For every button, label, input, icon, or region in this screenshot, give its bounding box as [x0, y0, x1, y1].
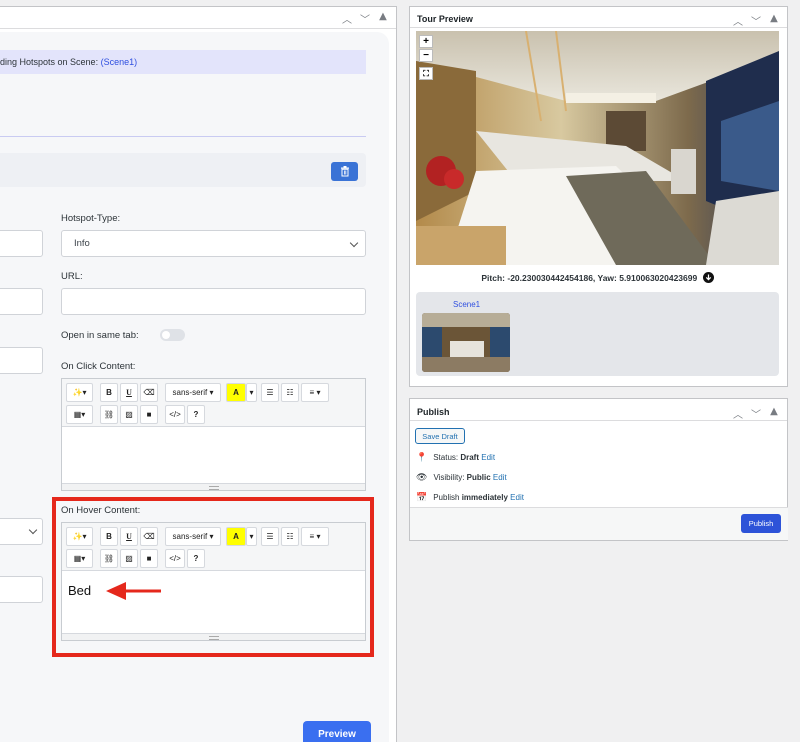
download-icon[interactable] — [702, 272, 714, 283]
notice-text: ding Hotspots on Scene: — [0, 57, 101, 67]
trash-icon — [340, 166, 349, 177]
move-down-icon[interactable]: ﹀ — [360, 11, 370, 26]
calendar-icon: 📅 — [416, 492, 428, 502]
hotspot-bar — [0, 153, 366, 187]
pitch-yaw-readout: Pitch: -20.230030442454186, Yaw: 5.91006… — [416, 272, 779, 283]
move-down-icon[interactable]: ﹀ — [751, 13, 761, 28]
color-dropdown-icon[interactable]: ▾ — [246, 383, 257, 402]
underline-button[interactable]: U — [120, 383, 138, 402]
hotspot-field-1[interactable] — [0, 230, 43, 257]
publish-title: Publish — [417, 407, 450, 417]
visibility-text: Visibility: Public Edit — [433, 473, 507, 482]
editor-resize-handle[interactable] — [62, 483, 365, 490]
publish-button[interactable]: Publish — [741, 514, 781, 533]
panorama-viewer[interactable]: + − ⛶ — [416, 31, 779, 265]
move-down-icon[interactable]: ﹀ — [751, 406, 761, 421]
hotspot-select-left[interactable] — [0, 518, 43, 545]
collapse-icon[interactable]: ▲ — [769, 406, 779, 421]
table-icon[interactable]: ▦▾ — [66, 405, 93, 424]
scene-link[interactable]: (Scene1) — [101, 57, 138, 67]
move-up-icon[interactable]: ︿ — [733, 13, 743, 28]
bold-button[interactable]: B — [100, 383, 118, 402]
status-row: 📍 Status: Draft Edit — [416, 452, 495, 463]
chevron-down-icon — [349, 238, 359, 248]
status-text: Status: Draft Edit — [433, 453, 496, 462]
on-click-editor[interactable]: ✨▾ B U ⌫ sans-serif ▾ A ▾ ☰ ☷ ≡ ▾ ▦▾ ⛓ ▨… — [61, 378, 366, 491]
zoom-out-button[interactable]: − — [419, 49, 433, 62]
fullscreen-icon[interactable]: ⛶ — [419, 67, 433, 80]
meta-box-controls: ︿ ﹀ ▲ — [342, 11, 388, 26]
status-edit-link[interactable]: Edit — [481, 453, 495, 462]
collapse-icon[interactable]: ▲ — [378, 11, 388, 26]
panel-divider — [410, 420, 787, 421]
magic-wand-icon[interactable]: ✨▾ — [66, 383, 93, 402]
eye-icon: 👁 — [416, 472, 428, 482]
scene-label[interactable]: Scene1 — [453, 300, 480, 309]
visibility-edit-link[interactable]: Edit — [493, 473, 507, 482]
schedule-row: 📅 Publish immediately Edit — [416, 492, 524, 503]
hotspot-type-value: Info — [74, 238, 90, 249]
scene-thumbnail-image — [422, 313, 510, 372]
highlight-color-icon[interactable]: A — [226, 383, 246, 402]
save-draft-button[interactable]: Save Draft — [415, 428, 465, 444]
font-family-value: sans-serif — [172, 388, 208, 397]
image-icon[interactable]: ▨ — [120, 405, 138, 424]
help-button[interactable]: ? — [187, 405, 205, 424]
open-same-tab-toggle[interactable] — [160, 329, 185, 341]
scene-thumbnail[interactable] — [422, 313, 510, 372]
panel-divider — [410, 27, 787, 28]
open-same-tab-label: Open in same tab: — [61, 330, 139, 341]
visibility-row: 👁 Visibility: Public Edit — [416, 472, 507, 483]
pitch-yaw-text: Pitch: -20.230030442454186, Yaw: 5.91006… — [481, 273, 698, 283]
bullet-list-icon[interactable]: ☰ — [261, 383, 279, 402]
eraser-icon[interactable]: ⌫ — [140, 383, 158, 402]
hotspot-type-label: Hotspot-Type: — [61, 213, 121, 224]
hotspot-notice: ding Hotspots on Scene: (Scene1) — [0, 50, 366, 74]
align-icon[interactable]: ≡ ▾ — [301, 383, 329, 402]
numbered-list-icon[interactable]: ☷ — [281, 383, 299, 402]
preview-button[interactable]: Preview — [303, 721, 371, 742]
tour-preview-title: Tour Preview — [417, 14, 473, 24]
hotspot-field-2[interactable] — [0, 288, 43, 315]
move-up-icon[interactable]: ︿ — [342, 11, 352, 26]
schedule-edit-link[interactable]: Edit — [510, 493, 524, 502]
move-up-icon[interactable]: ︿ — [733, 406, 743, 421]
delete-hotspot-button[interactable] — [331, 162, 358, 181]
url-label: URL: — [61, 271, 83, 282]
video-icon[interactable]: ■ — [140, 405, 158, 424]
url-input[interactable] — [61, 288, 366, 315]
on-click-label: On Click Content: — [61, 361, 136, 372]
code-view-icon[interactable]: </> — [165, 405, 185, 424]
panel-controls: ︿ ﹀ ▲ — [733, 406, 779, 421]
hotspot-field-4[interactable] — [0, 576, 43, 603]
chevron-down-icon — [28, 525, 38, 535]
meta-box-header: ︿ ﹀ ▲ — [0, 7, 396, 29]
bedroom-panorama-image — [416, 31, 779, 265]
zoom-in-button[interactable]: + — [419, 35, 433, 48]
highlight-box — [52, 497, 374, 657]
publish-actions — [410, 507, 788, 540]
panel-controls: ︿ ﹀ ▲ — [733, 13, 779, 28]
hotspot-field-3[interactable] — [0, 347, 43, 374]
divider — [0, 136, 366, 137]
link-icon[interactable]: ⛓ — [100, 405, 118, 424]
pin-icon: 📍 — [416, 452, 428, 462]
font-family-select[interactable]: sans-serif ▾ — [165, 383, 221, 402]
hotspot-type-select[interactable]: Info — [61, 230, 366, 257]
collapse-icon[interactable]: ▲ — [769, 13, 779, 28]
schedule-text: Publish immediately Edit — [433, 493, 524, 502]
